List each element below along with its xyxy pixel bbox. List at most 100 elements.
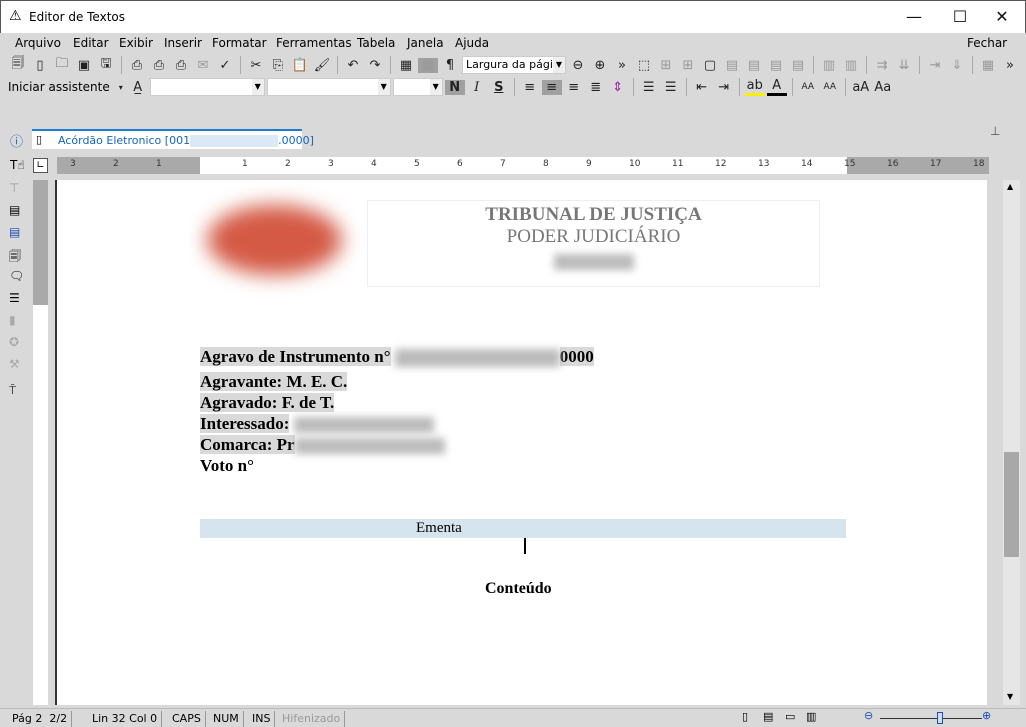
pilcrow-icon[interactable]: ¶: [440, 58, 460, 73]
spellcheck-icon[interactable]: ✓: [215, 58, 235, 73]
zoom-slider-thumb[interactable]: [937, 712, 943, 724]
align-right-icon[interactable]: ≡: [564, 80, 584, 95]
insert-field-icon[interactable]: ▤: [9, 203, 20, 217]
new-from-template-icon[interactable]: 🗐: [8, 54, 28, 76]
menu-formatar[interactable]: Formatar: [212, 36, 267, 50]
draw-table-icon[interactable]: ▦: [418, 57, 438, 73]
new-document-icon[interactable]: ▯: [30, 58, 50, 73]
menu-janela[interactable]: Janela: [407, 36, 444, 50]
overflow-icon[interactable]: »: [612, 58, 632, 73]
bold-button[interactable]: N: [444, 79, 465, 95]
cut-icon[interactable]: ✂: [246, 58, 266, 73]
font-color-icon[interactable]: A: [766, 78, 787, 96]
undo-icon[interactable]: ↶: [343, 58, 363, 73]
vertical-scrollbar[interactable]: ▲ ▼: [1003, 180, 1020, 705]
print-icon[interactable]: ⎙: [127, 58, 147, 73]
maximize-button[interactable]: ☐: [943, 5, 977, 29]
numbered-list-icon[interactable]: ☰: [661, 80, 681, 95]
scroll-down-icon[interactable]: ▼: [1007, 692, 1013, 701]
email-icon[interactable]: ✉: [193, 58, 213, 73]
vertical-ruler[interactable]: [33, 180, 48, 705]
italic-button[interactable]: I: [467, 80, 487, 95]
view-multipage-icon[interactable]: ▥: [806, 710, 816, 723]
close-button[interactable]: ✕: [985, 5, 1019, 29]
insert-column-icon[interactable]: ⇊: [894, 58, 914, 73]
insert-variable-icon[interactable]: ▤: [9, 225, 20, 239]
format-painter-icon[interactable]: 🖌: [312, 58, 332, 73]
close-document-button[interactable]: Fechar: [967, 36, 1007, 50]
menu-ajuda[interactable]: Ajuda: [455, 36, 489, 50]
field-icon[interactable]: ⊤: [9, 181, 19, 195]
border-bottom-icon[interactable]: ▤: [788, 58, 808, 73]
decrease-indent-icon[interactable]: ⇤: [692, 80, 712, 95]
delete-row-icon[interactable]: ⇥: [925, 58, 945, 73]
grow-font-icon[interactable]: AA: [798, 82, 818, 92]
zoom-in-button[interactable]: ⊕: [982, 709, 991, 722]
paste-icon[interactable]: 📋: [290, 58, 310, 73]
border-top-icon[interactable]: ▤: [766, 58, 786, 73]
pin-icon[interactable]: ⊥: [990, 124, 1000, 138]
zoom-out-button[interactable]: ⊖: [864, 709, 873, 722]
paint-roller-icon[interactable]: ⍑: [9, 383, 16, 398]
document-page[interactable]: TRIBUNAL DE JUSTIÇA PODER JUDICIÁRIO Agr…: [55, 180, 987, 705]
zoom-select[interactable]: Largura da págin ▼: [462, 56, 566, 74]
insert-table-icon[interactable]: ▦: [396, 58, 416, 73]
scroll-thumb[interactable]: [1004, 452, 1019, 557]
chevron-down-icon[interactable]: ▾: [116, 83, 126, 92]
preview-icon[interactable]: 🗐: [9, 247, 21, 268]
comment-icon[interactable]: 🗨: [9, 269, 24, 283]
border-left-icon[interactable]: ▤: [722, 58, 742, 73]
view-web-icon[interactable]: ▭: [785, 710, 795, 723]
menu-tabela[interactable]: Tabela: [357, 36, 395, 50]
table-inner-icon[interactable]: ⊞: [678, 58, 698, 73]
font-select[interactable]: ▼: [266, 78, 391, 96]
table-properties-icon[interactable]: ▦: [978, 58, 998, 73]
scroll-up-icon[interactable]: ▲: [1007, 182, 1013, 191]
list-icon[interactable]: ☰: [9, 291, 20, 305]
copy-icon[interactable]: ⎘: [268, 58, 288, 73]
line-spacing-icon[interactable]: ⇕: [608, 80, 628, 95]
menu-inserir[interactable]: Inserir: [164, 36, 202, 50]
split-cells-icon[interactable]: ▥: [841, 58, 861, 73]
lowercase-icon[interactable]: aA: [851, 80, 871, 95]
font-size-select[interactable]: ▼: [392, 78, 443, 96]
redo-icon[interactable]: ↷: [365, 58, 385, 73]
gavel-icon[interactable]: ⚒: [9, 357, 20, 371]
strike-button[interactable]: S: [489, 80, 509, 95]
wizard-button[interactable]: Iniciar assistente: [8, 80, 110, 94]
view-layout-icon[interactable]: ▤: [763, 710, 773, 723]
overflow-icon[interactable]: »: [1000, 58, 1020, 73]
table-grid-icon[interactable]: ⊞: [656, 58, 676, 73]
document-gray-icon[interactable]: ▮: [9, 313, 16, 327]
table-borders-icon[interactable]: ⬚: [634, 58, 654, 73]
shrink-font-icon[interactable]: AA: [820, 82, 840, 92]
open-model-icon[interactable]: ▣: [74, 58, 94, 73]
border-right-icon[interactable]: ▤: [744, 58, 764, 73]
print-setup-icon[interactable]: ⎙: [149, 58, 169, 73]
uppercase-icon[interactable]: Aa: [873, 80, 893, 95]
save-icon[interactable]: 🖫: [96, 54, 116, 76]
bullet-list-icon[interactable]: ☰: [639, 80, 659, 95]
delete-column-icon[interactable]: ⇓: [947, 58, 967, 73]
menu-exibir[interactable]: Exibir: [119, 36, 153, 50]
seal-icon[interactable]: ✪: [9, 335, 19, 349]
open-icon[interactable]: 🗀: [52, 54, 72, 76]
menu-arquivo[interactable]: Arquivo: [15, 36, 61, 50]
minimize-button[interactable]: —: [897, 5, 931, 29]
zoom-in-icon[interactable]: ⊕: [590, 58, 610, 73]
style-select[interactable]: ▼: [149, 78, 265, 96]
print-preview-icon[interactable]: ⎙: [171, 58, 191, 73]
tab-stop-selector[interactable]: ∟: [33, 158, 48, 173]
info-icon[interactable]: ⓘ: [10, 131, 23, 150]
merge-cells-icon[interactable]: ▥: [819, 58, 839, 73]
menu-editar[interactable]: Editar: [73, 36, 109, 50]
insert-row-icon[interactable]: ⇉: [872, 58, 892, 73]
justify-icon[interactable]: ≣: [586, 80, 606, 95]
align-left-icon[interactable]: ≡: [520, 80, 540, 95]
highlight-icon[interactable]: ab: [744, 78, 765, 96]
zoom-slider[interactable]: [880, 718, 982, 719]
tab-acordao-eletronico[interactable]: ▯ Acórdão Eletronico [001 .0000]: [32, 129, 314, 149]
align-center-icon[interactable]: ≡: [541, 79, 562, 95]
style-icon[interactable]: A̲: [128, 80, 148, 95]
view-page-icon[interactable]: ▯: [742, 710, 748, 723]
